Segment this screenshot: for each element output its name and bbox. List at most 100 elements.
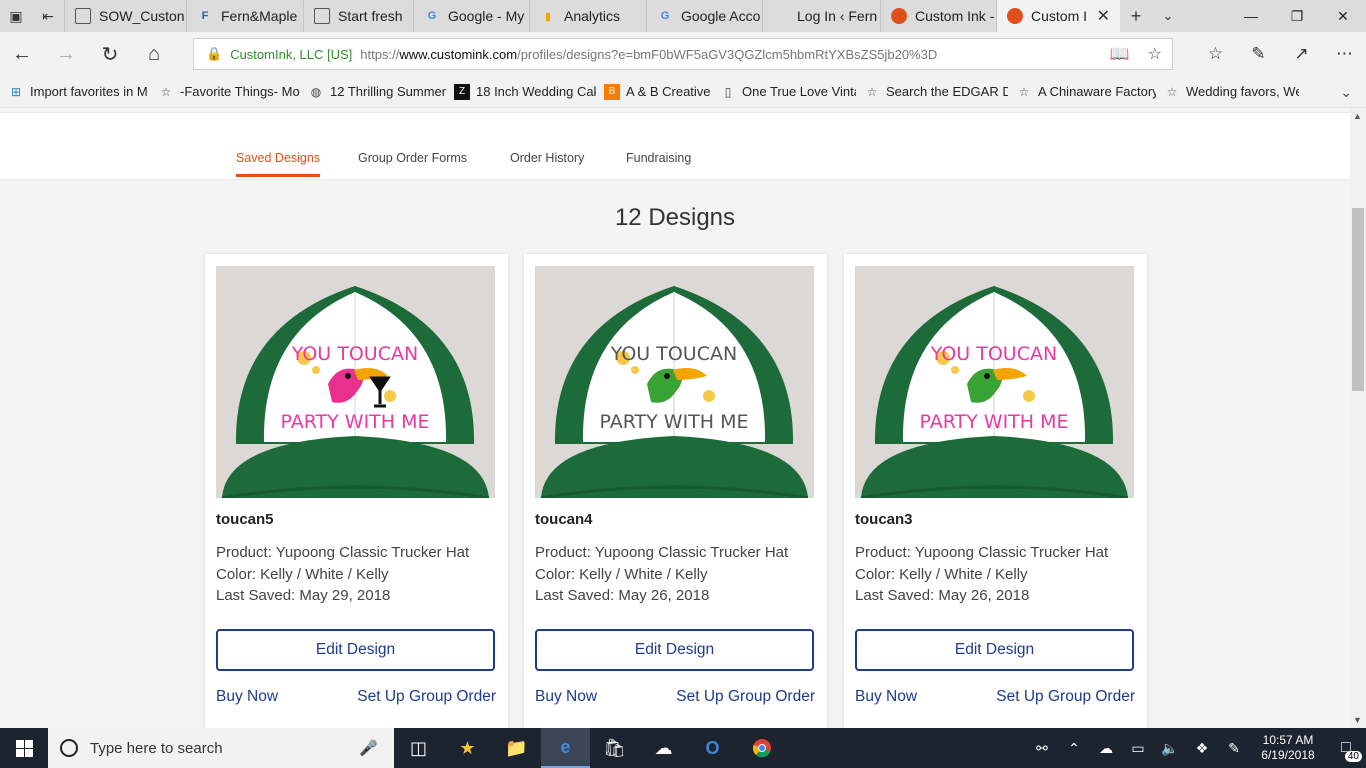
tab-order-history[interactable]: Order History	[510, 151, 584, 177]
design-thumbnail[interactable]: YOU TOUCAN PARTY WITH ME	[216, 266, 495, 498]
chrome-icon[interactable]	[737, 728, 786, 768]
web-notes-pen-icon[interactable]: ✎	[1237, 32, 1280, 76]
browser-tab[interactable]: Custom I ✕	[996, 0, 1120, 32]
close-window-button[interactable]: ✕	[1320, 0, 1366, 32]
buy-now-link[interactable]: Buy Now	[216, 688, 278, 706]
battery-icon[interactable]: ▭	[1122, 740, 1154, 757]
edit-design-button[interactable]: Edit Design	[216, 629, 495, 671]
scroll-up-icon[interactable]: ▲	[1353, 111, 1362, 121]
design-details: Product: Yupoong Classic Trucker Hat Colo…	[216, 542, 469, 607]
close-tab-icon[interactable]: ✕	[1097, 6, 1110, 26]
notification-count: 40	[1344, 751, 1362, 762]
edit-design-button[interactable]: Edit Design	[535, 629, 814, 671]
browser-tab[interactable]: F Fern&Maple	[186, 0, 303, 32]
edit-design-button[interactable]: Edit Design	[855, 629, 1134, 671]
start-button[interactable]	[0, 728, 48, 768]
browser-tab[interactable]: ▮ Analytics	[529, 0, 646, 32]
more-menu-icon[interactable]: ⋯	[1323, 32, 1366, 76]
outlook-icon[interactable]: O	[688, 728, 737, 768]
favorite-label: Wedding favors, Wed	[1186, 84, 1299, 99]
favorite-item[interactable]: ◍ 12 Thrilling Summer V	[308, 84, 446, 100]
set-aside-tabs-icon[interactable]: ⇤	[32, 0, 64, 32]
design-product: Product: Yupoong Classic Trucker Hat	[535, 544, 789, 561]
favorite-item[interactable]: ▯ One True Love Vintag	[720, 84, 856, 100]
set-up-group-order-link[interactable]: Set Up Group Order	[676, 688, 815, 706]
design-thumbnail[interactable]: YOU TOUCAN PARTY WITH ME	[855, 266, 1134, 498]
tab-preview-chevron-icon[interactable]: ⌄	[1152, 0, 1184, 32]
browser-tab[interactable]: G Google Acco	[646, 0, 762, 32]
tab-manager-icon[interactable]: ▣	[0, 0, 32, 32]
volume-icon[interactable]: 🔈	[1154, 740, 1186, 757]
microphone-icon[interactable]: 🎤	[359, 739, 378, 757]
favorite-item[interactable]: ☆ Wedding favors, Wed	[1164, 84, 1299, 100]
favorites-list: ⊞ Import favorites in M ☆ -Favorite Things-…	[0, 83, 1299, 100]
favorite-label: 18 Inch Wedding Cak	[476, 84, 596, 99]
favorite-item[interactable]: ☆ A Chinaware Factory	[1016, 84, 1156, 100]
reading-view-icon[interactable]: 📖	[1110, 44, 1130, 64]
favorite-item[interactable]: ☆ -Favorite Things- Mo	[158, 84, 300, 100]
scrollbar-thumb[interactable]	[1352, 208, 1364, 391]
design-saved: Last Saved: May 29, 2018	[216, 587, 391, 604]
file-explorer-icon[interactable]: 📁	[492, 728, 541, 768]
favorites-hub-icon[interactable]: ☆	[1194, 32, 1237, 76]
url-scheme: https://	[360, 46, 400, 62]
browser-tab[interactable]: SOW_Custon	[64, 0, 186, 32]
new-tab-icon[interactable]: +	[1120, 0, 1152, 32]
address-bar[interactable]: 🔒 CustomInk, LLC [US] https://www.custom…	[193, 38, 1173, 70]
back-icon[interactable]: ←	[0, 32, 44, 76]
window-controls: — ❐ ✕	[1228, 0, 1366, 32]
onedrive-tray-icon[interactable]: ☁	[1090, 740, 1122, 757]
url-host: www.customink.com	[399, 46, 518, 62]
favorite-item[interactable]: B A & B Creative	[604, 83, 712, 100]
task-view-icon[interactable]: ◫	[394, 728, 443, 768]
favorites-bar: ⊞ Import favorites in M ☆ -Favorite Things-…	[0, 76, 1366, 108]
hat-text-line1: YOU TOUCAN	[930, 343, 1057, 365]
tab-fundraising[interactable]: Fundraising	[626, 151, 691, 177]
favorite-label: Search the EDGAR Da	[886, 84, 1008, 99]
design-thumbnail[interactable]: YOU TOUCAN PARTY WITH ME	[535, 266, 814, 498]
buy-now-link[interactable]: Buy Now	[535, 688, 597, 706]
minimize-button[interactable]: —	[1228, 0, 1274, 32]
tab-group-order-forms[interactable]: Group Order Forms	[358, 151, 467, 177]
store-icon[interactable]: 🛍	[590, 728, 639, 768]
browser-tab-label: Google Acco	[681, 8, 761, 24]
action-center-icon[interactable]: □ 40	[1326, 728, 1366, 768]
lock-icon: 🔒	[206, 46, 223, 61]
home-icon[interactable]: ⌂	[132, 32, 176, 76]
favorite-item[interactable]: ⊞ Import favorites in M	[8, 84, 150, 100]
favorite-star-icon[interactable]: ☆	[1148, 44, 1162, 64]
set-up-group-order-link[interactable]: Set Up Group Order	[996, 688, 1135, 706]
tray-chevron-up-icon[interactable]: ⌃	[1058, 740, 1090, 757]
people-icon[interactable]: ⚯	[1026, 740, 1058, 757]
favorites-overflow-chevron-icon[interactable]: ⌄	[1340, 84, 1352, 101]
onedrive-icon[interactable]: ☁	[639, 728, 688, 768]
blogger-icon: B	[604, 83, 620, 100]
design-saved: Last Saved: May 26, 2018	[535, 587, 710, 604]
browser-tab[interactable]: G Google - My	[413, 0, 529, 32]
restore-button[interactable]: ❐	[1274, 0, 1320, 32]
browser-tab[interactable]: Start fresh	[303, 0, 413, 32]
buy-now-link[interactable]: Buy Now	[855, 688, 917, 706]
set-up-group-order-link[interactable]: Set Up Group Order	[357, 688, 496, 706]
browser-tab-label: Log In ‹ Fern	[797, 8, 878, 24]
hat-text-line2: PARTY WITH ME	[280, 411, 429, 433]
sticky-star-app-icon[interactable]: ★	[443, 728, 492, 768]
dropbox-icon[interactable]: ❖	[1186, 740, 1218, 757]
favorite-item[interactable]: Z 18 Inch Wedding Cak	[454, 83, 596, 100]
scroll-down-icon[interactable]: ▼	[1353, 715, 1362, 725]
edge-browser-icon[interactable]: e	[541, 728, 590, 768]
clock[interactable]: 10:57 AM 6/19/2018	[1250, 733, 1326, 763]
google-icon: G	[427, 10, 437, 22]
forward-icon[interactable]: →	[44, 32, 88, 76]
taskbar-search-box[interactable]: Type here to search 🎤	[48, 728, 394, 768]
favorite-item[interactable]: ☆ Search the EDGAR Da	[864, 84, 1008, 100]
refresh-icon[interactable]: ↻	[88, 32, 132, 76]
browser-tab[interactable]: Custom Ink -	[880, 0, 996, 32]
tab-saved-designs[interactable]: Saved Designs	[236, 151, 321, 177]
blank-icon	[773, 8, 789, 24]
browser-tab[interactable]: Log In ‹ Fern	[762, 0, 880, 32]
customink-icon	[1007, 8, 1023, 24]
pen-workspace-icon[interactable]: ✎	[1218, 740, 1250, 757]
page-scrollbar[interactable]: ▲ ▼	[1350, 108, 1366, 728]
share-icon[interactable]: ↗	[1280, 32, 1323, 76]
